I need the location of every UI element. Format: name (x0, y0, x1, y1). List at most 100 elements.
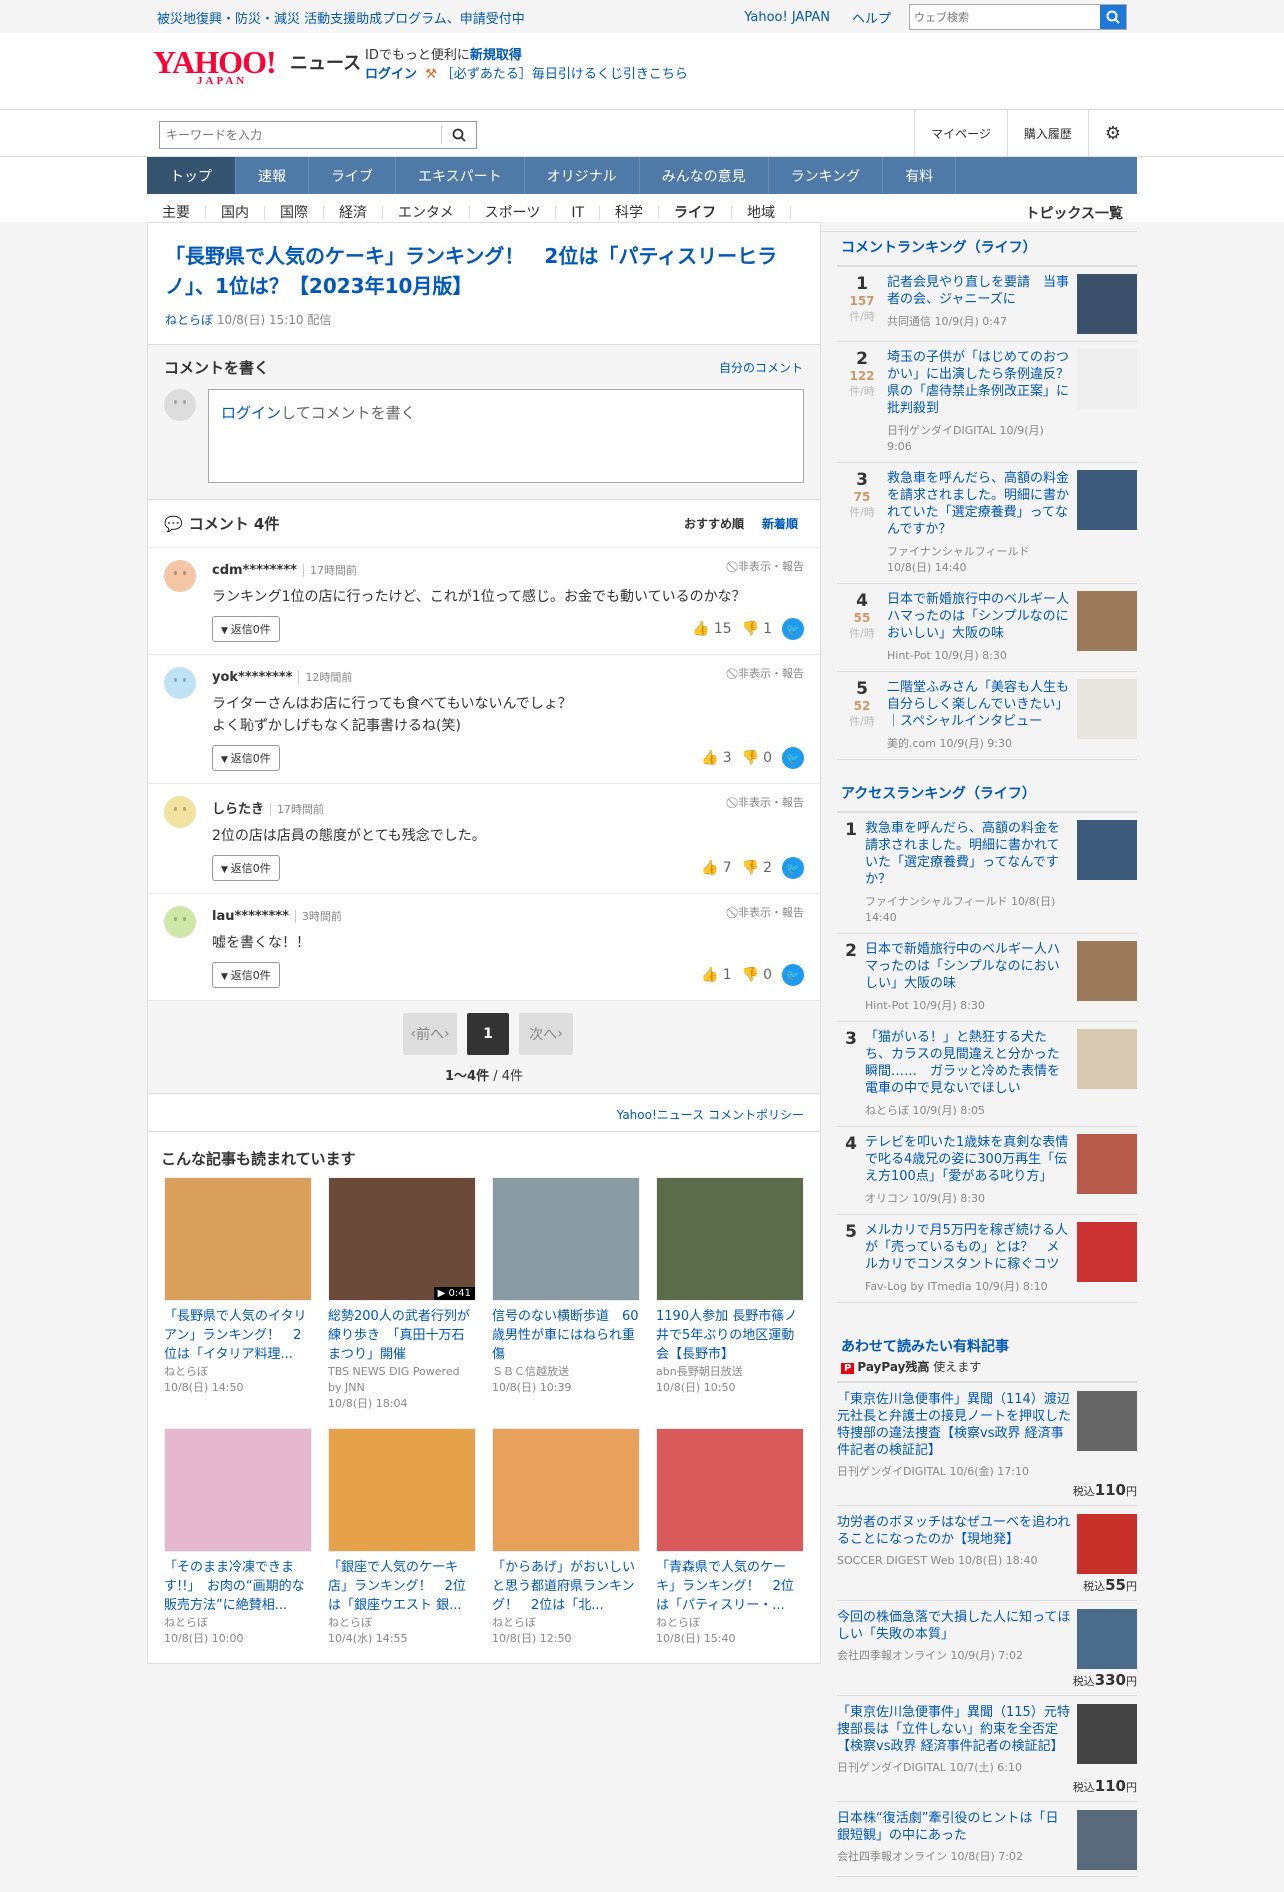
related-card[interactable]: 「青森県で人気のケーキ」ランキング！ 2位は「パティスリー・... ねとらぼ 10/… (656, 1428, 804, 1647)
related-image[interactable] (164, 1177, 312, 1301)
ranking-thumbnail[interactable] (1077, 941, 1137, 1001)
snav-item-1[interactable]: 国内 (206, 205, 265, 220)
related-card[interactable]: 「長野県で人気のイタリアン」ランキング！ 2位は「イタリア料理... ねとらぼ 10… (164, 1177, 312, 1412)
ranking-thumbnail[interactable] (1077, 470, 1137, 530)
gnav-item-5[interactable]: みんなの意見 (640, 157, 769, 194)
ranking-title[interactable]: 記者会見やり直しを要請 当事者の会、ジャニーズに (887, 274, 1071, 308)
comment-author[interactable]: lau******** (212, 909, 289, 924)
comment-ranking-item[interactable]: 5 52 件/時 二階堂ふみさん「美容も人生も自分らしく楽しんでいきたい」｜スペシャル… (837, 672, 1137, 760)
access-ranking-item[interactable]: 2 日本で新婚旅行中のベルギー人ハマったのは「シンプルなのにおいしい」大阪の味 Hi… (837, 934, 1137, 1022)
comment-author[interactable]: yok******** (212, 670, 292, 685)
related-card[interactable]: 1190人参加 長野市篠ノ井で5年ぶりの地区運動会【長野市】 abn長野朝日放送 1… (656, 1177, 804, 1412)
related-title[interactable]: 「銀座で人気のケーキ店」ランキング！ 2位は「銀座ウエスト 銀... (328, 1558, 476, 1615)
gnav-item-6[interactable]: ランキング (769, 157, 884, 194)
keyword-search-button[interactable] (442, 128, 476, 142)
related-card[interactable]: 「からあげ」がおいしいと思う都道府県ランキング！ 2位は「北... ねとらぼ 10/… (492, 1428, 640, 1647)
comment-author[interactable]: cdm******** (212, 563, 297, 578)
snav-item-6[interactable]: IT (556, 205, 601, 220)
reply-button[interactable]: ▼ 返信0件 (212, 745, 280, 771)
ranking-thumbnail[interactable] (1077, 820, 1137, 880)
reply-button[interactable]: ▼ 返信0件 (212, 616, 280, 642)
ranking-title[interactable]: 埼玉の子供が「はじめてのおつかい」に出演したら条例違反？県の「虐待禁止条例改正案… (887, 349, 1071, 417)
report-button[interactable]: ⃠ 非表示・報告 (735, 904, 804, 920)
like-button[interactable]: 👍 3 (701, 750, 731, 766)
paid-thumbnail[interactable] (1077, 1810, 1137, 1870)
twitter-share-button[interactable]: 🐦 (782, 964, 804, 986)
paid-item[interactable]: 今回の株価急落で大損した人に知ってほしい「失敗の本質」 会社四季報オンライン 10… (837, 1601, 1137, 1696)
like-button[interactable]: 👍 15 (692, 621, 731, 637)
twitter-share-button[interactable]: 🐦 (782, 618, 804, 640)
comment-ranking-item[interactable]: 3 75 件/時 救急車を呼んだら、高額の料金を請求されました。明細に書かれていた「選… (837, 463, 1137, 584)
gnav-item-4[interactable]: オリジナル (525, 157, 640, 194)
related-title[interactable]: 信号のない横断歩道 60歳男性が車にはねられ重傷 (492, 1307, 640, 1364)
source-link[interactable]: ねとらぼ (165, 313, 213, 327)
comment-ranking-item[interactable]: 2 122 件/時 埼玉の子供が「はじめてのおつかい」に出演したら条例違反？県の「虐待… (837, 342, 1137, 463)
comment-login-link[interactable]: ログイン (221, 404, 281, 422)
ranking-thumbnail[interactable] (1077, 591, 1137, 651)
reply-button[interactable]: ▼ 返信0件 (212, 855, 280, 881)
purchase-history-button[interactable]: 購入履歴 (1006, 110, 1088, 156)
snav-item-3[interactable]: 経済 (324, 205, 383, 220)
related-title[interactable]: 「からあげ」がおいしいと思う都道府県ランキング！ 2位は「北... (492, 1558, 640, 1615)
related-title[interactable]: 1190人参加 長野市篠ノ井で5年ぶりの地区運動会【長野市】 (656, 1307, 804, 1364)
related-image[interactable] (328, 1428, 476, 1552)
paid-title[interactable]: 功労者のボヌッチはなぜユーベを追われることになったのか【現地発】 (837, 1514, 1077, 1548)
access-ranking-item[interactable]: 3 「猫がいる！」と熱狂する犬たち、カラスの見間違えと分かった瞬間…… ガラッと冷… (837, 1022, 1137, 1127)
comment-policy-link[interactable]: Yahoo!ニュース コメントポリシー (617, 1108, 804, 1122)
article-title[interactable]: 「長野県で人気のケーキ」ランキング！ 2位は「パティスリーヒラノ」、1位は？【2… (165, 241, 803, 301)
related-title[interactable]: 「そのまま冷凍できます!!」 お肉の“画期的な販売方法”に絶賛相... (164, 1558, 312, 1615)
news-wordmark[interactable]: ニュース (290, 49, 361, 75)
gnav-item-2[interactable]: ライブ (309, 157, 396, 194)
report-button[interactable]: ⃠ 非表示・報告 (735, 665, 804, 681)
ranking-title[interactable]: 二階堂ふみさん「美容も人生も自分らしく楽しんでいきたい」｜スペシャルインタビュー (887, 679, 1071, 730)
twitter-share-button[interactable]: 🐦 (782, 857, 804, 879)
related-card[interactable]: 「銀座で人気のケーキ店」ランキング！ 2位は「銀座ウエスト 銀... ねとらぼ 10… (328, 1428, 476, 1647)
gnav-item-3[interactable]: エキスパート (396, 157, 525, 194)
like-button[interactable]: 👍 1 (701, 967, 731, 983)
dislike-button[interactable]: 👎 2 (742, 860, 772, 876)
login-link[interactable]: ログイン (365, 67, 417, 82)
dislike-button[interactable]: 👎 0 (742, 967, 772, 983)
related-card[interactable]: 「そのまま冷凍できます!!」 お肉の“画期的な販売方法”に絶賛相... ねとらぼ 1… (164, 1428, 312, 1647)
related-title[interactable]: 「青森県で人気のケーキ」ランキング！ 2位は「パティスリー・... (656, 1558, 804, 1615)
access-ranking-item[interactable]: 1 救急車を呼んだら、高額の料金を請求されました。明細に書かれていた「選定療養費」… (837, 813, 1137, 934)
gnav-item-7[interactable]: 有料 (883, 157, 957, 194)
related-image[interactable] (492, 1428, 640, 1552)
paid-thumbnail[interactable] (1077, 1391, 1137, 1451)
gnav-item-1[interactable]: 速報 (236, 157, 309, 194)
related-image[interactable]: ▶ 0:41 (328, 1177, 476, 1301)
twitter-share-button[interactable]: 🐦 (782, 747, 804, 769)
mypage-button[interactable]: マイページ (914, 110, 1007, 156)
lottery-link[interactable]: ［必ずあたる］毎日引けるくじ引きこちら (441, 67, 688, 82)
yahoo-japan-link[interactable]: Yahoo! JAPAN (744, 10, 830, 25)
snav-item-8[interactable]: ライフ (659, 205, 733, 232)
comment-author[interactable]: しらたき (212, 802, 264, 817)
gnav-item-0[interactable]: トップ (147, 157, 236, 194)
topics-list-link[interactable]: トピックス一覧 (1025, 203, 1123, 223)
snav-item-7[interactable]: 科学 (600, 205, 660, 220)
next-page-button[interactable]: 次へ › (519, 1013, 573, 1055)
paid-item[interactable]: 「東京佐川急便事件」異聞（114）渡辺元社長と弁護士の接見ノートを押収した特捜部… (837, 1383, 1137, 1506)
web-search-button[interactable] (1100, 5, 1126, 29)
snav-item-4[interactable]: エンタメ (383, 205, 470, 220)
ranking-title[interactable]: 日本で新婚旅行中のベルギー人ハマったのは「シンプルなのにおいしい」大阪の味 (865, 941, 1071, 992)
paid-title[interactable]: 日本株“復活劇”牽引役のヒントは「日銀短観」の中にあった (837, 1810, 1077, 1844)
ranking-thumbnail[interactable] (1077, 1029, 1137, 1089)
paid-thumbnail[interactable] (1077, 1704, 1137, 1764)
ranking-thumbnail[interactable] (1077, 1222, 1137, 1282)
dislike-button[interactable]: 👎 1 (742, 621, 772, 637)
my-comments-link[interactable]: 自分のコメント (719, 359, 803, 376)
notice-link[interactable]: 被災地復興・防災・減災 活動支援助成プログラム、申請受付中 (157, 8, 525, 27)
reply-button[interactable]: ▼ 返信0件 (212, 962, 280, 988)
snav-item-5[interactable]: スポーツ (470, 205, 557, 220)
web-search-input[interactable] (910, 5, 1101, 29)
sort-recommended[interactable]: おすすめ順 (684, 515, 744, 532)
dislike-button[interactable]: 👎 0 (742, 750, 772, 766)
ranking-title[interactable]: メルカリで月5万円を稼ぎ続ける人が「売っているもの」とは？ メルカリでコンスタン… (865, 1222, 1071, 1273)
access-ranking-item[interactable]: 4 テレビを叩いた1歳妹を真剣な表情で叱る4歳兄の姿に300万再生「伝え方100点… (837, 1127, 1137, 1215)
paid-item[interactable]: 日本株“復活劇”牽引役のヒントは「日銀短観」の中にあった 会社四季報オンライン 1… (837, 1802, 1137, 1877)
snav-item-9[interactable]: 地域 (732, 205, 792, 220)
related-image[interactable] (164, 1428, 312, 1552)
settings-button[interactable]: ⚙ (1087, 110, 1137, 156)
yahoo-logo[interactable]: YAHOO! JAPAN (153, 46, 277, 87)
